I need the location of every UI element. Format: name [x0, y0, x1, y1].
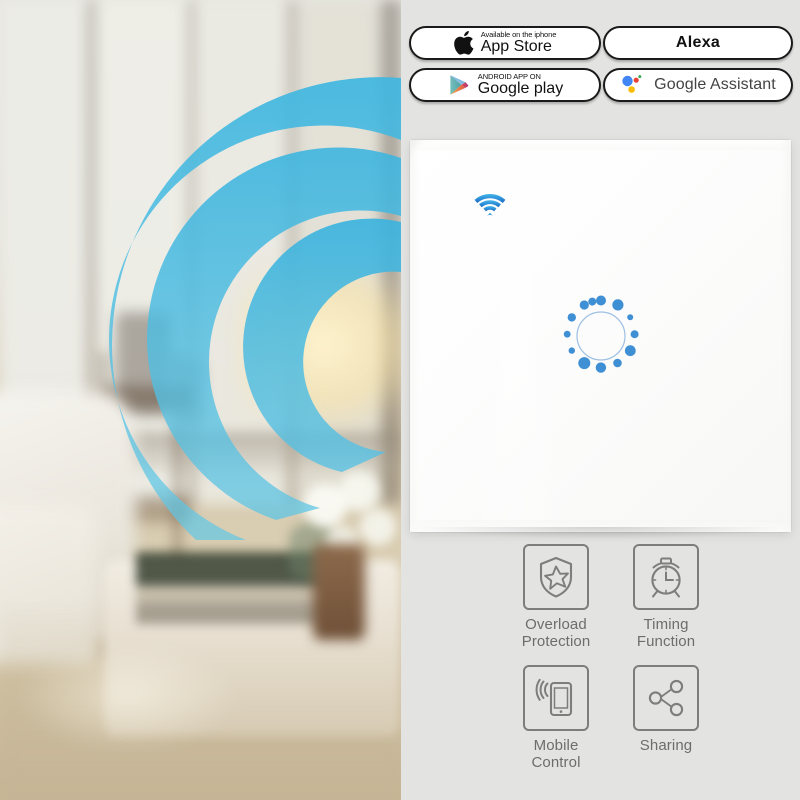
apple-icon	[453, 31, 474, 55]
floor-reflection-layer	[16, 640, 241, 752]
feature-timing-function: Timing Function	[611, 544, 721, 651]
shield-star-icon	[539, 556, 573, 598]
feature-label-line1: Timing	[643, 616, 689, 633]
badge-google-assistant-title: Google Assistant	[654, 76, 776, 93]
share-nodes-icon	[648, 679, 684, 716]
feature-label: Timing Function	[637, 616, 695, 651]
vase-layer	[312, 544, 365, 640]
feature-label: Sharing	[640, 737, 692, 754]
feature-icon-box	[523, 664, 589, 731]
google-play-icon	[450, 75, 469, 95]
feature-icon-box	[633, 664, 699, 731]
feature-label-line2: Control	[531, 754, 581, 772]
living-room-photo	[0, 0, 401, 800]
alarm-clock-icon	[651, 557, 681, 598]
feature-sharing: Sharing	[611, 664, 721, 772]
plate-bevel-right	[780, 140, 791, 532]
plate-bevel-corner	[410, 140, 432, 162]
plate-bevel-top	[410, 140, 791, 150]
feature-mobile-control: Mobile Control	[501, 664, 611, 772]
wifi-icon	[474, 194, 506, 217]
feature-label: Overload Protection	[522, 616, 591, 651]
product-marketing-image: Available on the iphone App Store Alexa	[0, 0, 800, 800]
feature-grid: Overload Protection Timing Function Mobi…	[501, 544, 721, 772]
badge-google-assistant[interactable]: Google Assistant	[603, 68, 793, 102]
feature-label-line1: Sharing	[639, 736, 693, 754]
feature-icon-box	[633, 544, 699, 610]
phone-signal-icon	[535, 678, 573, 716]
compatibility-badges: Available on the iphone App Store Alexa	[409, 26, 795, 102]
product-info-panel: Available on the iphone App Store Alexa	[401, 0, 800, 800]
plate-drop-shadow	[417, 527, 784, 539]
badge-alexa-title: Alexa	[675, 34, 721, 51]
badge-app-store-title: App Store	[480, 38, 552, 56]
feature-overload-protection: Overload Protection	[501, 544, 611, 651]
feature-label-line1: Overload	[525, 616, 587, 633]
feature-icon-box	[523, 544, 589, 610]
smart-switch-product	[410, 140, 791, 539]
switch-glass-plate	[410, 140, 791, 532]
touch-ring-icon[interactable]	[553, 288, 649, 384]
badge-alexa[interactable]: Alexa	[603, 26, 793, 60]
lamp-glow-layer	[240, 256, 401, 432]
badge-google-play[interactable]: ANDROID APP ON Google play	[409, 68, 601, 102]
badge-google-play-subtitle: ANDROID APP ON	[477, 71, 541, 81]
badge-google-play-title: Google play	[477, 80, 564, 98]
badge-app-store[interactable]: Available on the iphone App Store	[409, 26, 601, 60]
badge-app-store-subtitle: Available on the iphone	[480, 29, 557, 39]
feature-label-line1: Mobile	[533, 736, 579, 754]
google-assistant-icon	[622, 75, 642, 93]
plate-bevel-left	[410, 140, 421, 532]
feature-label-line2: Protection	[521, 633, 591, 651]
feature-label: Mobile Control	[531, 737, 580, 772]
feature-label-line2: Function	[636, 633, 696, 651]
